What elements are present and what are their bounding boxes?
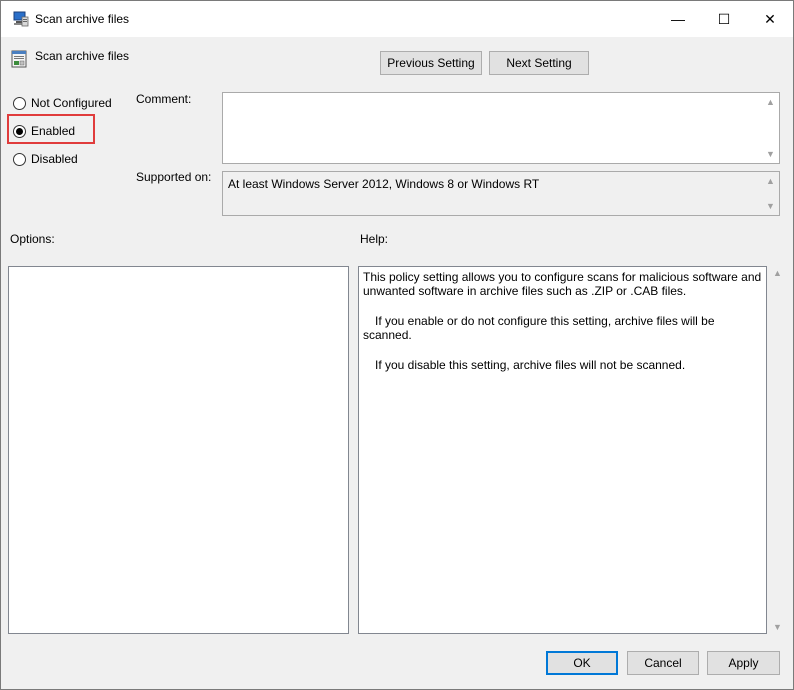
scroll-down-icon[interactable]: ▼ bbox=[766, 149, 775, 159]
comment-scrollbar[interactable]: ▲ ▼ bbox=[762, 93, 779, 163]
help-label: Help: bbox=[360, 232, 389, 246]
radio-label: Enabled bbox=[31, 124, 76, 138]
help-scrollbar[interactable]: ▲ ▼ bbox=[769, 266, 786, 634]
comment-label: Comment: bbox=[136, 92, 192, 106]
radio-label: Disabled bbox=[31, 152, 78, 166]
policy-name: Scan archive files bbox=[35, 49, 130, 63]
window-title: Scan archive files bbox=[35, 12, 130, 26]
supported-on-field: At least Windows Server 2012, Windows 8 … bbox=[222, 171, 780, 216]
scroll-down-icon[interactable]: ▼ bbox=[766, 201, 775, 211]
scroll-up-icon[interactable]: ▲ bbox=[766, 176, 775, 186]
options-panel bbox=[8, 266, 349, 634]
previous-setting-button[interactable]: Previous Setting bbox=[380, 51, 482, 75]
help-panel: This policy setting allows you to config… bbox=[358, 266, 767, 634]
cancel-button[interactable]: Cancel bbox=[627, 651, 699, 675]
maximize-button[interactable]: ☐ bbox=[701, 1, 747, 37]
title-bar[interactable]: Scan archive files — ☐ ✕ bbox=[1, 1, 793, 37]
apply-button[interactable]: Apply bbox=[707, 651, 780, 675]
help-paragraph: If you disable this setting, archive fil… bbox=[375, 358, 686, 372]
comment-field[interactable]: ▲ ▼ bbox=[222, 92, 780, 164]
options-label: Options: bbox=[10, 232, 55, 246]
minimize-button[interactable]: — bbox=[655, 1, 701, 37]
supported-on-label: Supported on: bbox=[136, 170, 212, 184]
supported-scrollbar[interactable]: ▲ ▼ bbox=[762, 172, 779, 215]
group-policy-computer-icon bbox=[13, 11, 29, 27]
policy-setting-icon bbox=[11, 50, 27, 68]
radio-circle[interactable] bbox=[13, 97, 26, 110]
supported-on-value: At least Windows Server 2012, Windows 8 … bbox=[228, 177, 540, 191]
help-paragraph: This policy setting allows you to config… bbox=[363, 270, 762, 298]
policy-dialog: Scan archive files — ☐ ✕ Scan archive fi… bbox=[0, 0, 794, 690]
scroll-up-icon[interactable]: ▲ bbox=[773, 268, 782, 278]
close-button[interactable]: ✕ bbox=[747, 1, 793, 37]
radio-label: Not Configured bbox=[31, 96, 112, 110]
scroll-down-icon[interactable]: ▼ bbox=[773, 622, 782, 632]
radio-circle[interactable] bbox=[13, 153, 26, 166]
radio-circle[interactable] bbox=[13, 125, 26, 138]
help-paragraph: If you enable or do not configure this s… bbox=[363, 314, 715, 342]
help-text: This policy setting allows you to config… bbox=[363, 270, 763, 388]
ok-button[interactable]: OK bbox=[546, 651, 618, 675]
next-setting-button[interactable]: Next Setting bbox=[489, 51, 589, 75]
scroll-up-icon[interactable]: ▲ bbox=[766, 97, 775, 107]
